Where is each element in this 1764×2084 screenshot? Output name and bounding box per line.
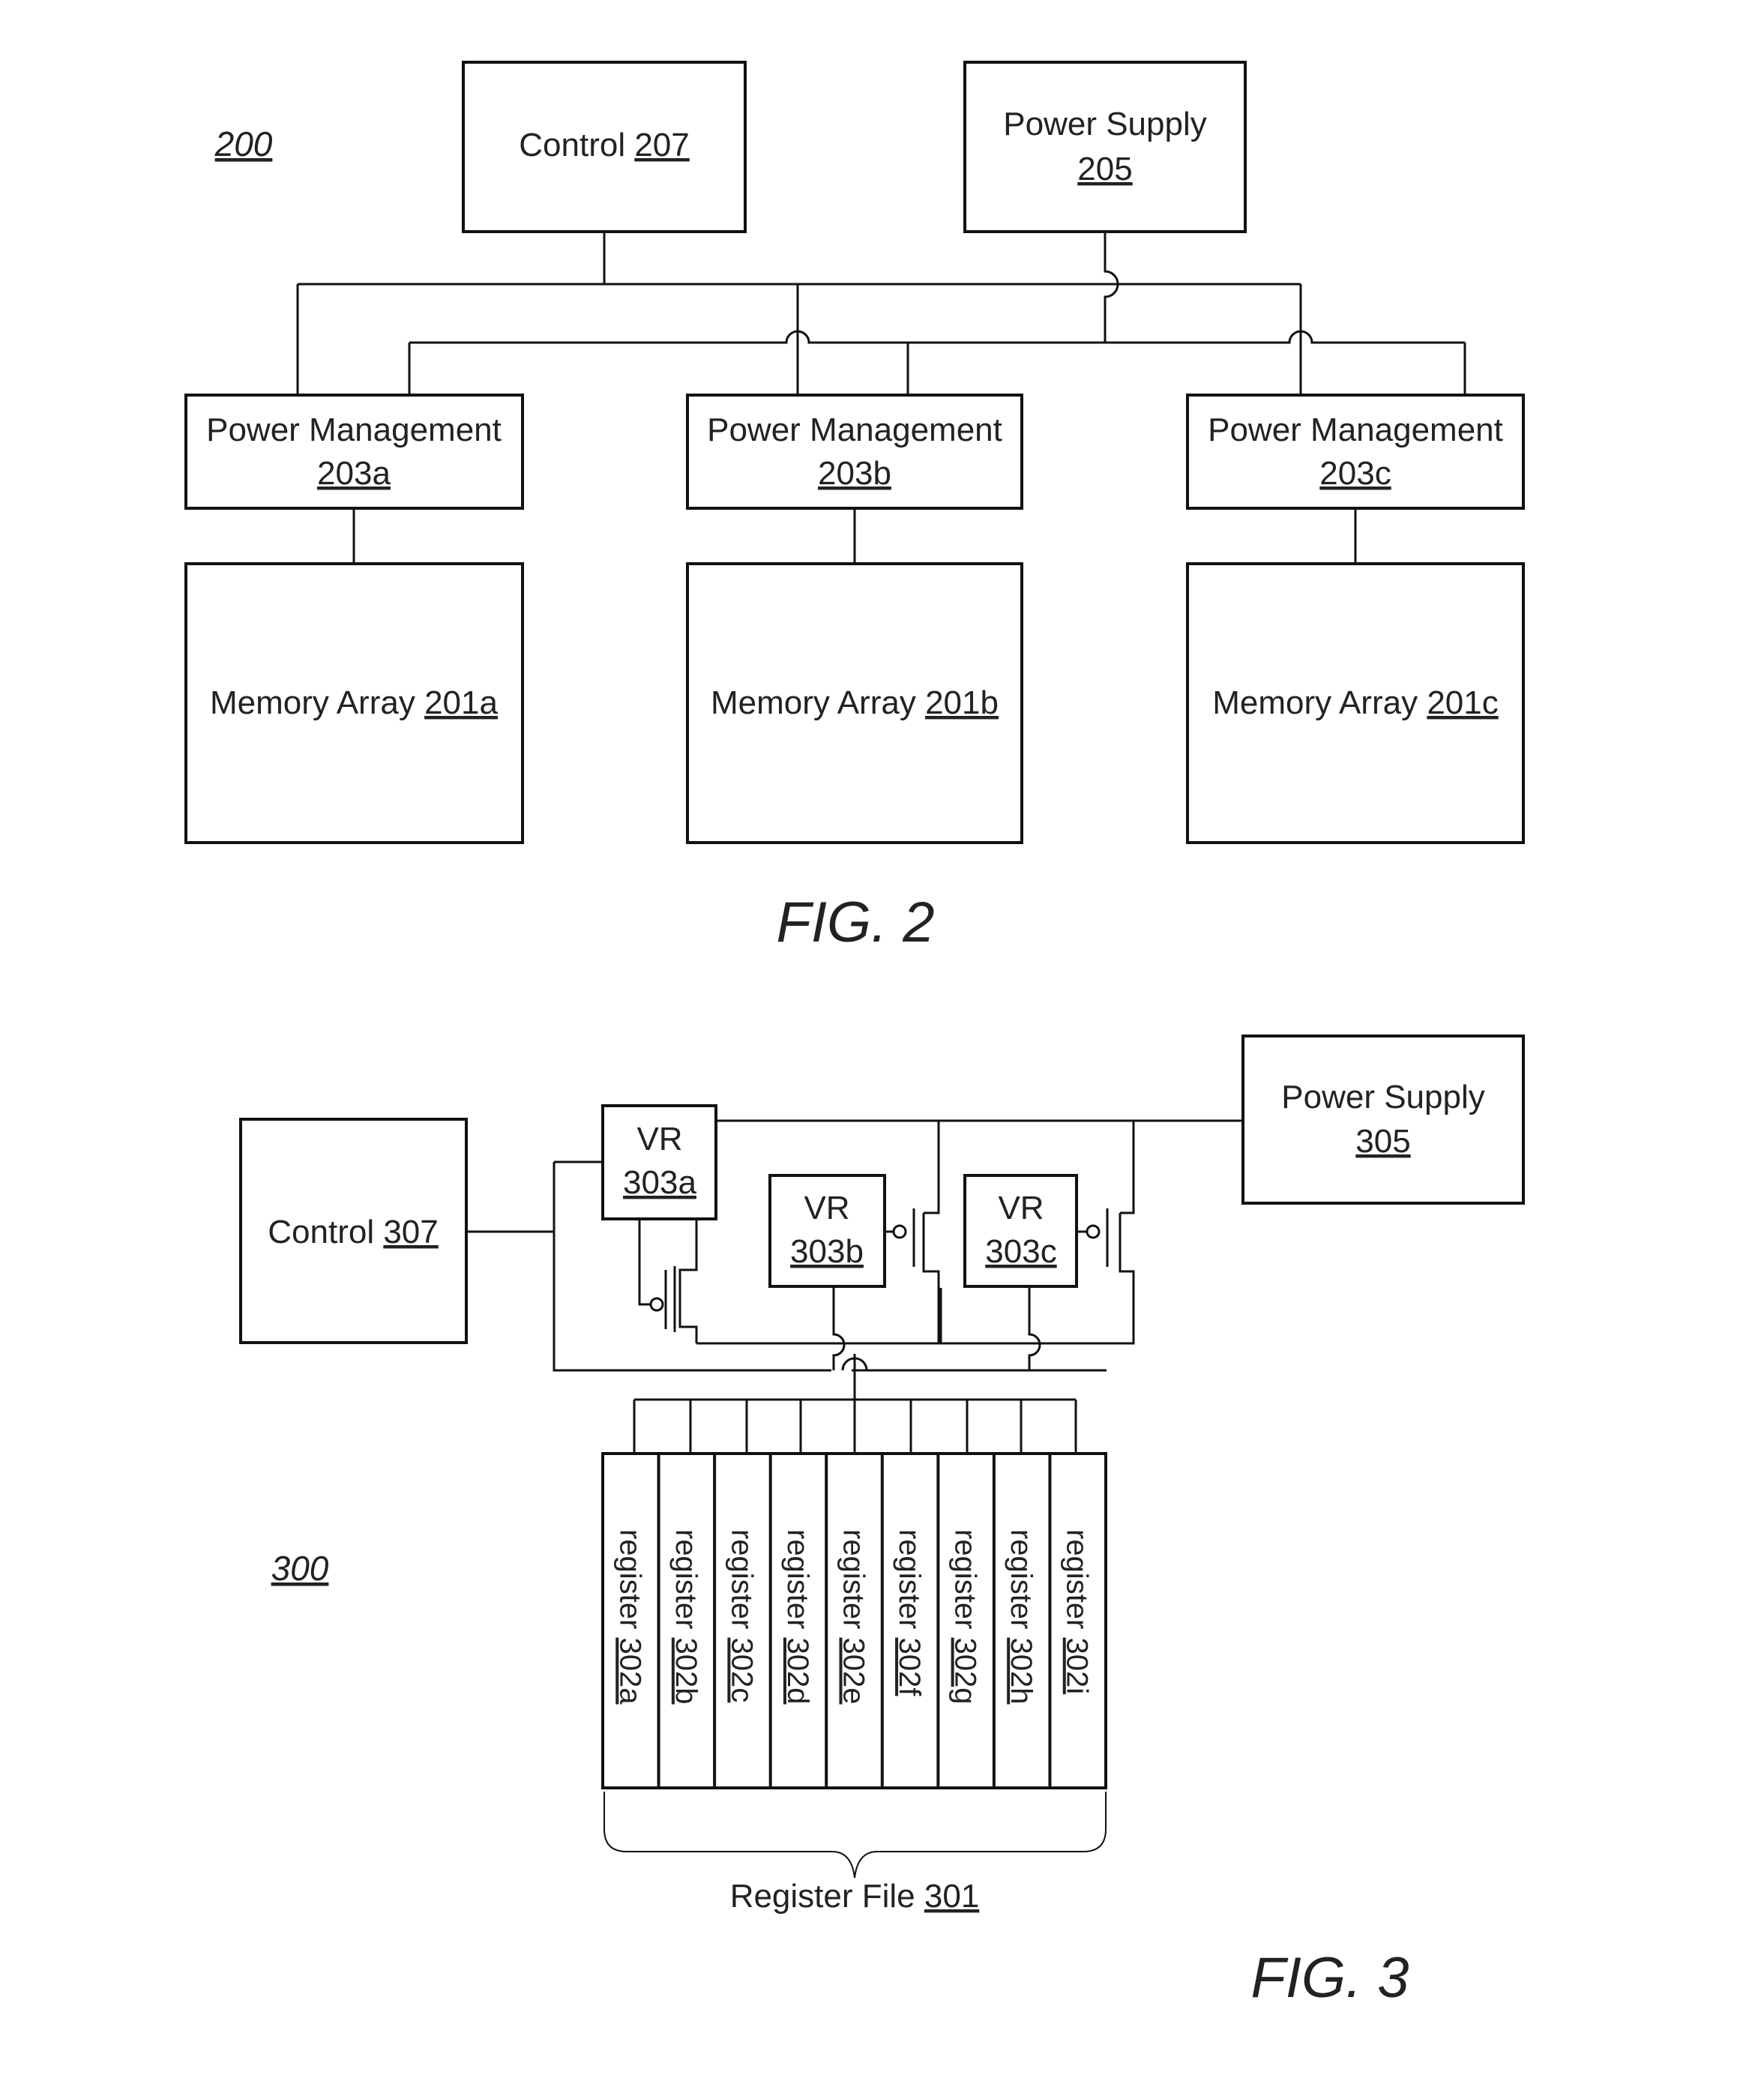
register-ref: 302b	[669, 1638, 702, 1705]
power-management-label: Power Management	[1208, 412, 1503, 448]
svg-text:Memory Array 201b: Memory Array 201b	[711, 684, 999, 721]
register-ref: 302i	[1061, 1638, 1094, 1695]
fig2-caption: FIG. 2	[776, 891, 934, 954]
power-bus	[408, 232, 1466, 395]
register-label: register	[893, 1529, 926, 1629]
vr-output-lines	[832, 1286, 1041, 1372]
register-file: register 302aregister 302bregister 302cr…	[601, 1452, 1107, 1789]
register-label: register	[949, 1529, 982, 1629]
vr-303c-block: VR 303c	[963, 1174, 1078, 1288]
register-file-ref: 301	[924, 1878, 979, 1915]
svg-text:register 302i: register 302i	[1061, 1529, 1094, 1694]
vr-303b-block: VR 303b	[768, 1174, 886, 1288]
control-label: Control	[268, 1214, 374, 1250]
control-bus	[296, 232, 1302, 395]
power-supply-ref: 305	[1355, 1123, 1410, 1160]
register-ref: 302h	[1005, 1638, 1038, 1705]
power-supply-305-box	[1241, 1035, 1525, 1205]
register-ref: 302a	[613, 1638, 646, 1705]
memory-array-201c-block: Memory Array 201c	[1186, 562, 1525, 844]
register-label: register	[725, 1529, 758, 1629]
control-label: Control	[519, 127, 625, 163]
power-management-203b-block: Power Management 203b	[686, 394, 1023, 510]
power-management-203c-block: Power Management 203c	[1186, 394, 1525, 510]
svg-text:Memory Array 201c: Memory Array 201c	[1212, 684, 1498, 721]
register-label: register	[669, 1529, 702, 1629]
power-supply-205-box	[963, 61, 1247, 233]
power-supply-label: Power Supply	[1003, 106, 1206, 142]
svg-text:register 302d: register 302d	[781, 1529, 814, 1705]
memory-array-ref: 201c	[1427, 684, 1498, 721]
vr-ref: 303b	[790, 1233, 864, 1270]
svg-text:register 302g: register 302g	[949, 1529, 982, 1705]
register-ref: 302g	[949, 1638, 982, 1705]
register-ref: 302f	[893, 1638, 926, 1697]
vr-label: VR	[804, 1190, 849, 1226]
power-supply-305-block: Power Supply 305	[1241, 1035, 1525, 1205]
register-label: register	[1061, 1529, 1094, 1629]
control-ref: 207	[634, 127, 689, 163]
fig2-reference-number: 200	[214, 124, 273, 163]
vr-303a-block: VR 303a	[601, 1104, 717, 1220]
power-supply-205-block: Power Supply 205	[963, 61, 1247, 233]
register-ref: 302e	[837, 1638, 870, 1705]
register-ref: 302c	[725, 1638, 758, 1703]
memory-array-ref: 201b	[925, 684, 999, 721]
memory-array-label: Memory Array	[1212, 684, 1418, 721]
svg-text:Register File 301: Register File 301	[730, 1878, 980, 1915]
register-label: register	[1005, 1529, 1038, 1629]
power-management-ref: 203c	[1319, 455, 1391, 492]
svg-text:register 302c: register 302c	[725, 1529, 758, 1702]
pm-to-memory-links	[352, 508, 1357, 564]
control-307-block: Control 307	[239, 1118, 468, 1344]
register-file-brace	[603, 1792, 1107, 1879]
power-management-203a-block: Power Management 203a	[184, 394, 524, 510]
power-management-label: Power Management	[707, 412, 1002, 448]
power-management-ref: 203b	[818, 455, 891, 492]
vr303b-gate-bubble	[892, 1224, 907, 1239]
svg-text:Control 207: Control 207	[519, 127, 690, 163]
memory-array-201a-block: Memory Array 201a	[184, 562, 524, 844]
vr-ref: 303a	[623, 1164, 696, 1201]
control-207-block: Control 207	[462, 61, 747, 233]
power-management-ref: 203a	[317, 455, 391, 492]
vr303c-gate-bubble	[1086, 1224, 1101, 1239]
fig3-reference-number: 300	[271, 1549, 329, 1588]
vr-ref: 303c	[985, 1233, 1056, 1270]
vr303a-gate-bubble	[649, 1297, 664, 1312]
fig2: 200 Control 207 Power Supply 205 Power M…	[184, 61, 1525, 954]
svg-text:register 302f: register 302f	[893, 1529, 926, 1696]
power-supply-ref: 205	[1077, 151, 1132, 187]
memory-array-label: Memory Array	[711, 684, 916, 721]
control-ref: 307	[383, 1214, 438, 1250]
register-file-label: Register File	[730, 1878, 915, 1915]
register-302a: register 302a	[613, 1529, 646, 1705]
svg-text:Control 307: Control 307	[268, 1214, 439, 1250]
memory-array-201b-block: Memory Array 201b	[686, 562, 1023, 844]
register-ref: 302d	[781, 1638, 814, 1705]
svg-text:register 302a: register 302a	[613, 1529, 646, 1705]
register-label: register	[781, 1529, 814, 1629]
svg-text:Memory Array 201a: Memory Array 201a	[210, 684, 498, 721]
svg-text:register 302b: register 302b	[669, 1529, 702, 1705]
power-supply-label: Power Supply	[1281, 1079, 1484, 1115]
register-label: register	[613, 1529, 646, 1629]
svg-text:register 302h: register 302h	[1005, 1529, 1038, 1705]
svg-text:register 302e: register 302e	[837, 1529, 870, 1705]
vr-label: VR	[998, 1190, 1044, 1226]
vr303c-transistor	[1077, 1208, 1135, 1288]
vr-label: VR	[636, 1121, 682, 1157]
memory-array-ref: 201a	[424, 684, 498, 721]
power-management-label: Power Management	[206, 412, 502, 448]
fig3: Power Supply 305 Control 307 VR 303a VR …	[239, 1035, 1525, 2010]
patent-drawing-sheet: 200 Control 207 Power Supply 205 Power M…	[184, 61, 1525, 2010]
memory-array-label: Memory Array	[210, 684, 415, 721]
fig3-caption: FIG. 3	[1250, 1946, 1409, 2010]
register-feed-bus	[633, 1354, 1077, 1454]
vr303b-transistor	[885, 1208, 940, 1343]
register-label: register	[837, 1529, 870, 1629]
